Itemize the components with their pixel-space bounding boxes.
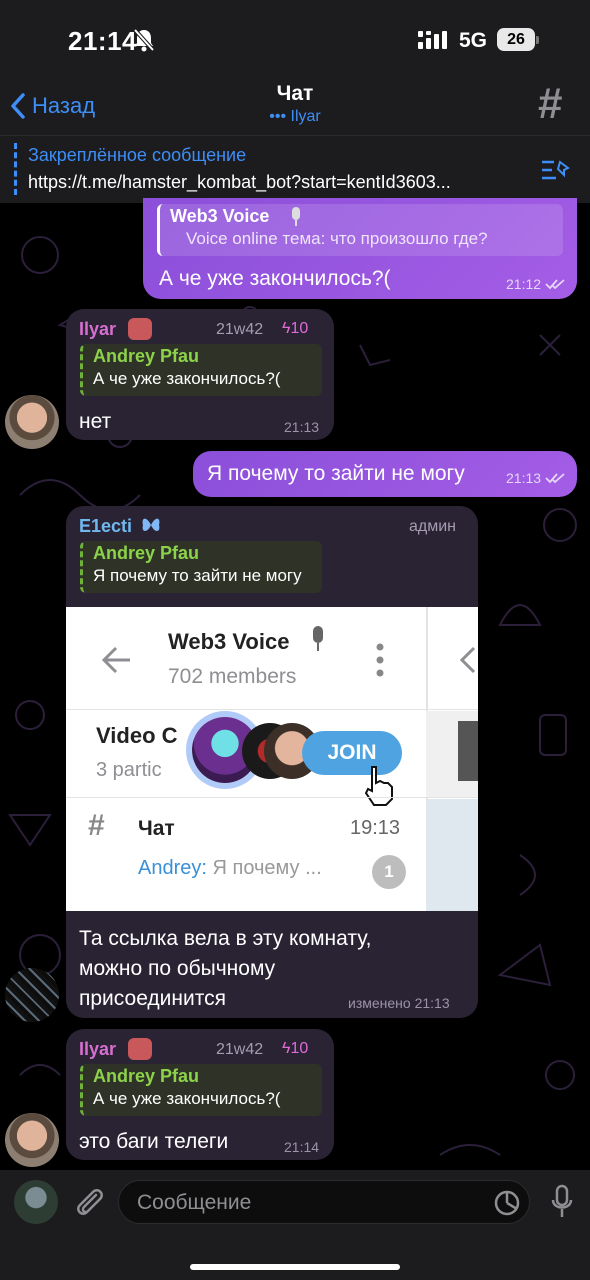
avatar[interactable] [5, 968, 59, 1022]
boost-value: 10 [290, 320, 309, 337]
sidebar-thumb [458, 721, 478, 781]
incoming-message[interactable]: Ilyar 21w42 ϟ10 Andrey Pfau А че уже зак… [66, 309, 334, 440]
more-vertical-icon [376, 643, 384, 677]
battery-icon: 26 [497, 28, 535, 51]
battery-cap [536, 36, 539, 44]
chat-name: Чат [138, 817, 175, 840]
message-text: Я почему то зайти не могу [207, 462, 465, 485]
send-as-avatar[interactable] [14, 1180, 58, 1224]
attach-icon[interactable] [74, 1185, 104, 1219]
microphone-icon[interactable] [550, 1184, 574, 1220]
message-text: нет [79, 410, 112, 433]
message-text: Та ссылка вела в эту комнату, можно по о… [79, 924, 371, 1014]
double-check-icon [545, 279, 565, 290]
sidebar-preview [426, 799, 478, 911]
incoming-message[interactable]: Ilyar 21w42 ϟ10 Andrey Pfau А че уже зак… [66, 1029, 334, 1160]
boost-value: 10 [290, 1040, 309, 1057]
message-line: Та ссылка вела в эту комнату, [79, 927, 372, 950]
last-text: Я почему ... [212, 857, 322, 879]
arrow-left-icon [101, 646, 130, 674]
sender-name: E1ecti [79, 516, 133, 536]
sender-name: Ilyar [79, 1039, 117, 1059]
boost-count: ϟ10 [282, 1040, 308, 1058]
sender-tag: 21w42 [216, 1041, 264, 1058]
message-input[interactable]: Сообщение [118, 1180, 530, 1224]
message-line: присоединится [79, 987, 226, 1010]
clock: 21:14 [68, 26, 137, 56]
bell-muted-icon [133, 28, 155, 52]
sender-emoji-icon [128, 318, 152, 340]
reply-author: Andrey Pfau [93, 346, 200, 366]
pinned-text: https://t.me/hamster_kombat_bot?start=ke… [28, 172, 451, 192]
reply-quote[interactable]: Web3 Voice Voice online тема: что произо… [157, 204, 563, 256]
message-time: 21:13 [284, 419, 320, 435]
signal-icon [418, 31, 447, 49]
video-chat-label: Video C [96, 723, 178, 748]
sender-tag: 21w42 [216, 321, 264, 338]
reply-text: Я почему то зайти не могу [93, 566, 302, 585]
reply-text: Voice online тема: что произошло где? [186, 229, 488, 248]
message-time: 21:14 [284, 1139, 320, 1155]
message-line: можно по обычному [79, 957, 276, 980]
message-time: изменено 21:13 [348, 995, 450, 1011]
reply-quote[interactable]: Andrey Pfau Я почему то зайти не могу [80, 541, 322, 593]
message-time: 21:13 [506, 470, 542, 486]
sticker-icon[interactable] [493, 1189, 521, 1217]
pinned-title: Закреплённое сообщение [28, 145, 247, 165]
members-count: 702 members [168, 665, 297, 688]
chat-time: 19:13 [350, 817, 401, 839]
message-text: А че уже закончилось?( [159, 267, 391, 290]
divider [66, 797, 478, 798]
message-time: 21:12 [506, 276, 542, 292]
group-name: Web3 Voice [168, 629, 290, 654]
home-indicator [190, 1264, 400, 1270]
last-message: Andrey: Я почему ... [138, 857, 322, 880]
typing-status: ••• Ilyar [269, 108, 321, 125]
reply-author: Web3 Voice [170, 206, 270, 226]
outgoing-message[interactable]: Я почему то зайти не могу 21:13 [193, 451, 577, 497]
reply-text: А че уже закончилось?( [93, 1089, 281, 1108]
reply-author: Andrey Pfau [93, 1066, 200, 1086]
sender-name: Ilyar [79, 319, 117, 339]
status-bar: 21:14 5G 26 [0, 0, 590, 80]
reply-text: А че уже закончилось?( [93, 369, 281, 388]
reply-quote[interactable]: Andrey Pfau А че уже закончилось?( [80, 1064, 322, 1116]
microphone-icon [292, 207, 300, 226]
reply-author: Andrey Pfau [93, 543, 200, 563]
avatar[interactable] [5, 1113, 59, 1167]
admin-badge: админ [409, 518, 457, 535]
message-text: это баги телеги [79, 1130, 229, 1153]
pin-list-icon[interactable] [540, 158, 570, 184]
boost-count: ϟ10 [282, 320, 308, 338]
unread-badge: 1 [372, 855, 406, 889]
message-placeholder: Сообщение [137, 1191, 252, 1214]
network-type: 5G [459, 29, 488, 52]
message-composer: Сообщение [0, 1170, 590, 1280]
pinned-indicator [14, 143, 17, 195]
topic-hash-icon[interactable]: # [538, 82, 562, 126]
chat-header: Назад Чат ••• Ilyar # [0, 80, 590, 135]
outgoing-message[interactable]: Web3 Voice Voice online тема: что произо… [143, 198, 577, 299]
pinned-message[interactable]: Закреплённое сообщение https://t.me/hams… [0, 135, 590, 203]
avatar[interactable] [5, 395, 59, 449]
reply-quote[interactable]: Andrey Pfau А че уже закончилось?( [80, 344, 322, 396]
chat-title[interactable]: Чат [0, 82, 590, 106]
participants-count: 3 partic [96, 759, 162, 781]
hand-cursor-icon [364, 766, 393, 806]
double-check-icon [545, 473, 565, 484]
topic-hash-icon: # [88, 809, 105, 842]
microphone-icon [313, 626, 323, 651]
attached-screenshot[interactable]: Web3 Voice 702 members Video C 3 partic … [66, 607, 478, 911]
arrow-left-icon [459, 646, 476, 674]
divider [66, 709, 478, 710]
last-sender: Andrey: [138, 857, 207, 879]
sender-emoji-icon [128, 1038, 152, 1060]
butterfly-icon [142, 518, 160, 532]
